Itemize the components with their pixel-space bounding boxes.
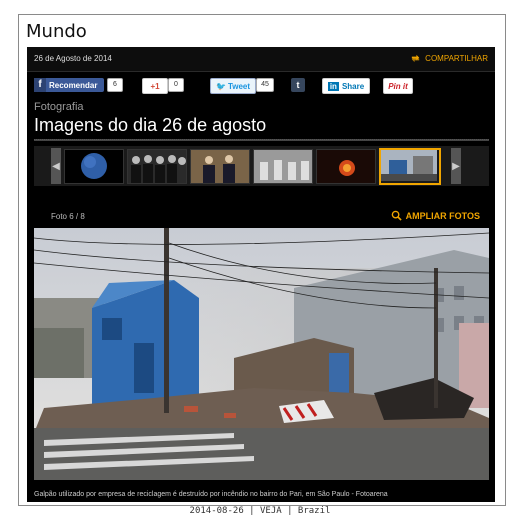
twitter-bird-icon: 🐦: [215, 81, 226, 91]
thumb-workers[interactable]: [253, 149, 313, 184]
article-category: Fotografia: [34, 101, 84, 113]
article-title: Imagens do dia 26 de agosto: [34, 115, 267, 135]
thumb-planet[interactable]: [64, 149, 124, 184]
main-photo: [34, 228, 489, 480]
facebook-label: Recomendar: [49, 80, 98, 90]
zoom-label: AMPLIAR FOTOS: [405, 210, 480, 221]
gallery-panel: 26 de Agosto de 2014 COMPARTILHAR f Reco…: [27, 47, 495, 502]
social-bar: f Recomendar 6 +1 0 🐦 Tweet 45 t in Shar…: [27, 75, 495, 95]
linkedin-share-button[interactable]: in Share: [322, 78, 370, 94]
thumb-building[interactable]: [379, 148, 441, 185]
thumb-officials[interactable]: [190, 149, 250, 184]
footer-source: 2014-08-26 | VEJA | Brazil: [189, 506, 331, 516]
pinterest-button[interactable]: Pin it: [383, 78, 413, 94]
gplus-count: 0: [168, 78, 184, 92]
facebook-count: 6: [107, 78, 123, 92]
section-title: Mundo: [26, 21, 87, 42]
thumbnail-strip: ◀ ▶: [34, 146, 489, 186]
thumb-fire[interactable]: [316, 149, 376, 184]
article-topbar: 26 de Agosto de 2014 COMPARTILHAR: [27, 47, 495, 72]
next-arrow-icon[interactable]: ▶: [451, 148, 461, 184]
photo-counter: Foto 6 / 8: [51, 212, 85, 221]
pinterest-label: Pin it: [388, 81, 408, 91]
facebook-recommend-button[interactable]: f Recomendar: [34, 78, 104, 92]
share-label: COMPARTILHAR: [425, 54, 488, 63]
gplus-button[interactable]: +1: [142, 78, 168, 94]
tumblr-icon: t: [296, 80, 300, 90]
share-button[interactable]: COMPARTILHAR: [410, 53, 488, 64]
thumb-crowd[interactable]: [127, 149, 187, 184]
tumblr-button[interactable]: t: [291, 78, 305, 92]
zoom-icon: [391, 210, 402, 221]
tweet-button[interactable]: 🐦 Tweet: [210, 78, 256, 94]
tweet-count: 45: [256, 78, 274, 92]
linkedin-icon: in: [327, 81, 339, 91]
prev-arrow-icon[interactable]: ◀: [51, 148, 61, 184]
divider: [34, 139, 489, 141]
zoom-photos-button[interactable]: AMPLIAR FOTOS: [391, 210, 480, 221]
tweet-label: Tweet: [227, 81, 251, 91]
facebook-icon: f: [34, 78, 46, 92]
article-date: 26 de Agosto de 2014: [34, 54, 112, 63]
photo-caption: Galpão utilizado por empresa de reciclag…: [34, 491, 388, 498]
content-frame: Mundo 26 de Agosto de 2014 COMPARTILHAR …: [18, 14, 506, 506]
gplus-label: +1: [150, 81, 160, 91]
linkedin-label: Share: [341, 81, 365, 91]
share-icon: [412, 54, 420, 63]
